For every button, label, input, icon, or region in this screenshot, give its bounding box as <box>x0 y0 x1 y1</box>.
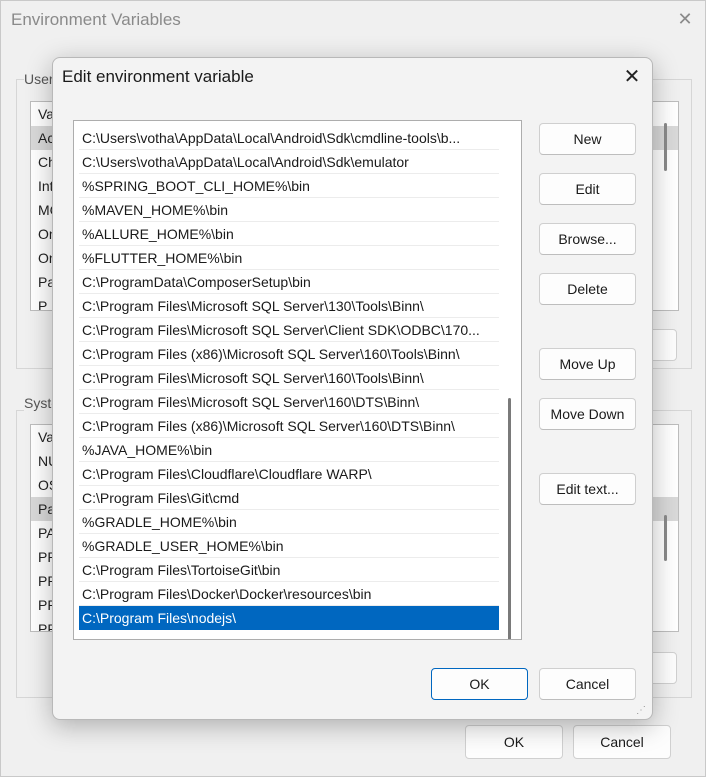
edit-environment-variable-dialog: Edit environment variable ✕ C:\Users\vot… <box>52 57 653 720</box>
path-list-item[interactable]: C:\Users\votha\AppData\Local\Android\Sdk… <box>79 150 499 174</box>
delete-button[interactable]: Delete <box>539 273 636 305</box>
path-list-item[interactable]: %JAVA_HOME%\bin <box>79 438 499 462</box>
path-list-item[interactable]: C:\Program Files\Git\cmd <box>79 486 499 510</box>
path-list-item[interactable]: C:\Program Files\Microsoft SQL Server\Cl… <box>79 318 499 342</box>
path-list-item[interactable]: C:\Program Files\nodejs\ <box>79 606 499 630</box>
path-list-item[interactable]: C:\Program Files (x86)\Microsoft SQL Ser… <box>79 342 499 366</box>
path-list-item[interactable]: %ALLURE_HOME%\bin <box>79 222 499 246</box>
user-variables-label: User <box>24 71 56 87</box>
path-list-item[interactable]: C:\Program Files\Microsoft SQL Server\16… <box>79 366 499 390</box>
new-button[interactable]: New <box>539 123 636 155</box>
path-list-item[interactable]: C:\Program Files\TortoiseGit\bin <box>79 558 499 582</box>
path-list-item[interactable]: C:\Program Files (x86)\Microsoft SQL Ser… <box>79 414 499 438</box>
close-icon[interactable]: ✕ <box>618 63 646 91</box>
browse-button[interactable]: Browse... <box>539 223 636 255</box>
path-list-item[interactable]: C:\Program Files\Microsoft SQL Server\16… <box>79 390 499 414</box>
close-icon[interactable]: ✕ <box>673 7 697 31</box>
path-list-item[interactable]: C:\ProgramData\ComposerSetup\bin <box>79 270 499 294</box>
path-list-item[interactable]: C:\Program Files\Microsoft SQL Server\13… <box>79 294 499 318</box>
ok-button[interactable]: OK <box>431 668 528 700</box>
path-list[interactable]: C:\Users\votha\AppData\Local\Android\Sdk… <box>73 120 522 640</box>
window-title: Environment Variables <box>11 10 181 29</box>
edit-text-button[interactable]: Edit text... <box>539 473 636 505</box>
system-list-scrollbar[interactable] <box>664 515 667 561</box>
path-list-item[interactable]: %GRADLE_USER_HOME%\bin <box>79 534 499 558</box>
path-list-item[interactable]: C:\Users\votha\AppData\Local\Android\Sdk… <box>79 126 499 150</box>
path-list-item[interactable]: %SPRING_BOOT_CLI_HOME%\bin <box>79 174 499 198</box>
path-list-scrollbar[interactable] <box>508 398 511 639</box>
move-down-button[interactable]: Move Down <box>539 398 636 430</box>
env-ok-button[interactable]: OK <box>465 725 563 759</box>
path-list-item[interactable]: C:\Program Files\Docker\Docker\resources… <box>79 582 499 606</box>
move-up-button[interactable]: Move Up <box>539 348 636 380</box>
path-list-item[interactable]: %FLUTTER_HOME%\bin <box>79 246 499 270</box>
path-list-item[interactable]: %MAVEN_HOME%\bin <box>79 198 499 222</box>
user-list-scrollbar[interactable] <box>664 123 667 171</box>
cancel-button[interactable]: Cancel <box>539 668 636 700</box>
resize-grip-icon[interactable]: ⋰ <box>636 704 650 718</box>
path-list-item[interactable]: %GRADLE_HOME%\bin <box>79 510 499 534</box>
dialog-title: Edit environment variable <box>62 67 254 86</box>
edit-button[interactable]: Edit <box>539 173 636 205</box>
path-list-item[interactable]: C:\Program Files\Cloudflare\Cloudflare W… <box>79 462 499 486</box>
env-cancel-button[interactable]: Cancel <box>573 725 671 759</box>
